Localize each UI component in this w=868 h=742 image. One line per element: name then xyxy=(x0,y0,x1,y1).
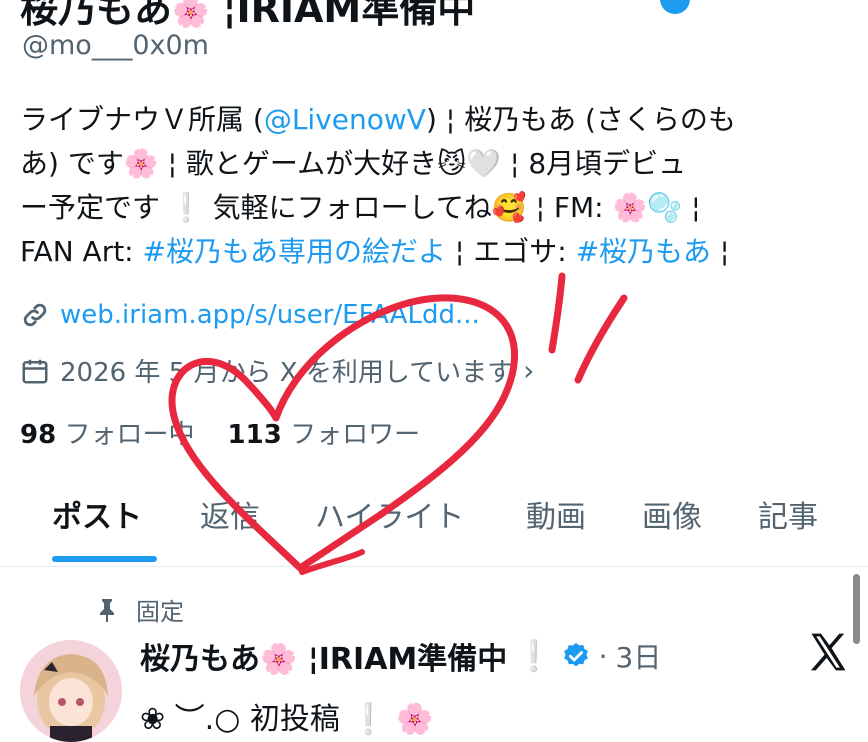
tab-replies[interactable]: 返信 xyxy=(200,492,260,536)
exclaim-emoji: ❕ xyxy=(515,638,553,674)
tab-images[interactable]: 画像 xyxy=(642,492,702,536)
avatar[interactable] xyxy=(20,640,122,742)
pinned-label: 固定 xyxy=(136,598,184,626)
calendar-icon xyxy=(22,359,48,383)
tab-posts[interactable]: ポスト xyxy=(52,492,142,536)
post-time[interactable]: 3日 xyxy=(616,636,662,676)
divider xyxy=(0,566,868,567)
x-logo-icon xyxy=(810,633,846,671)
hashtag-link[interactable]: #桜乃もあ xyxy=(576,235,711,268)
profile-tabs: ポスト 返信 ハイライト 動画 画像 記事 xyxy=(0,492,868,564)
profile-joined[interactable]: 2026 年 5 月から X を利用しています › xyxy=(20,352,534,389)
tab-videos[interactable]: 動画 xyxy=(526,492,586,536)
follow-stats: 98 フォロー中 113 フォロワー xyxy=(20,414,420,451)
following-link[interactable]: 98 フォロー中 xyxy=(20,420,194,450)
link-icon xyxy=(23,303,47,327)
tab-highlights[interactable]: ハイライト xyxy=(315,492,464,536)
pin-icon xyxy=(100,598,114,622)
chevron-right-icon[interactable]: › xyxy=(523,354,534,387)
pinned-indicator: 固定 xyxy=(96,592,184,627)
verified-badge-icon xyxy=(563,642,588,667)
profile-handle: @mo___0x0m xyxy=(22,30,209,61)
profile-bio: ライブナウＶ所属 (@LivenowV) ¦ 桜乃もあ (さくらのも あ) です… xyxy=(20,103,736,268)
hashtag-link[interactable]: #桜乃もあ専用の絵だよ xyxy=(143,235,446,268)
joined-label: 2026 年 5 月から X を利用しています xyxy=(60,358,514,388)
mention-link[interactable]: @LivenowV xyxy=(264,103,426,136)
followers-link[interactable]: 113 フォロワー xyxy=(228,420,421,450)
active-tab-indicator xyxy=(52,556,157,562)
post-author[interactable]: 桜乃もあ🌸 ¦IRIAM準備中 xyxy=(140,634,507,678)
website-label[interactable]: web.iriam.app/s/user/EFAALdd... xyxy=(60,300,480,330)
post-text: ❀ ︶.○ 初投稿 ❕ 🌸 xyxy=(140,702,434,737)
tab-articles[interactable]: 記事 xyxy=(758,492,818,536)
profile-display-name: 桜乃もあ🌸 ¦IRIAM準備中 xyxy=(20,0,476,31)
verified-badge-icon xyxy=(660,0,690,14)
scrollbar[interactable] xyxy=(853,574,860,644)
profile-website[interactable]: web.iriam.app/s/user/EFAALdd... xyxy=(20,300,480,330)
post-header: 桜乃もあ🌸 ¦IRIAM準備中 ❕ · 3日 xyxy=(140,634,661,678)
